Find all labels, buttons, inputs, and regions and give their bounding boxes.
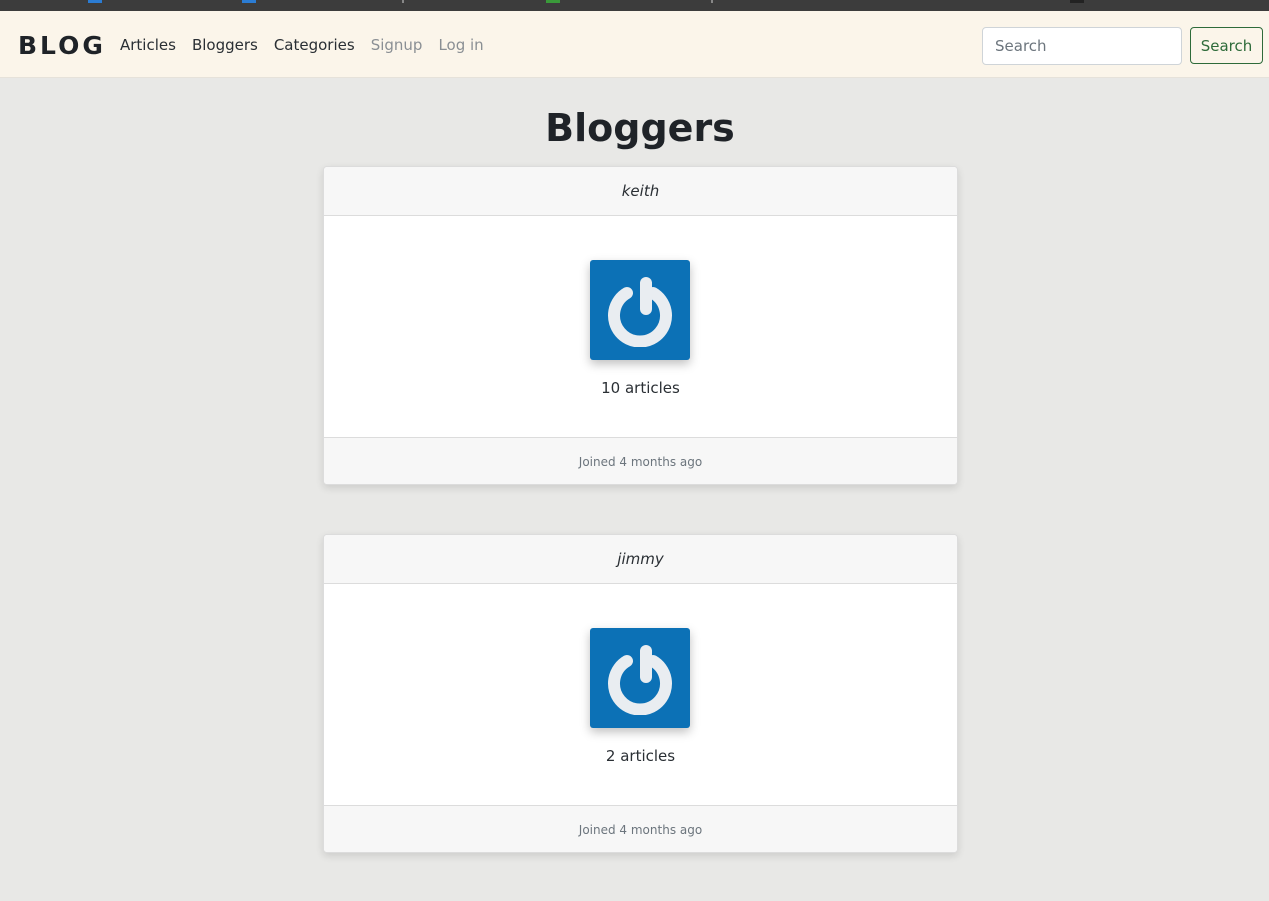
blogger-card: keith 10 articles Joined 4 months ago [323, 166, 958, 485]
article-count: 10 articles [601, 379, 680, 397]
article-count: 2 articles [605, 747, 676, 765]
blogger-username[interactable]: jimmy [324, 535, 957, 584]
search-button[interactable]: Search [1190, 27, 1263, 64]
browser-top-strip [0, 0, 1269, 11]
avatar[interactable] [590, 260, 690, 360]
search-input[interactable] [982, 27, 1182, 65]
nav-links: Articles Bloggers Categories Signup Log … [120, 35, 500, 55]
blogger-card: jimmy 2 articles Joined 4 months ago [323, 534, 958, 853]
joined-date: Joined 4 months ago [324, 805, 957, 852]
avatar[interactable] [590, 628, 690, 728]
power-icon [608, 277, 672, 347]
blogger-username[interactable]: keith [324, 167, 957, 216]
nav-link-articles[interactable]: Articles [120, 35, 176, 55]
power-icon [608, 645, 672, 715]
card-body: 2 articles [324, 584, 957, 805]
page-title: Bloggers [545, 106, 735, 150]
brand-logo[interactable]: BLOG [18, 31, 106, 61]
navbar: BLOG Articles Bloggers Categories Signup… [0, 11, 1269, 78]
nav-link-login[interactable]: Log in [438, 35, 483, 55]
card-body: 10 articles [324, 216, 957, 437]
nav-link-signup[interactable]: Signup [371, 35, 423, 55]
nav-link-bloggers[interactable]: Bloggers [192, 35, 258, 55]
joined-date: Joined 4 months ago [324, 437, 957, 484]
nav-link-categories[interactable]: Categories [274, 35, 355, 55]
